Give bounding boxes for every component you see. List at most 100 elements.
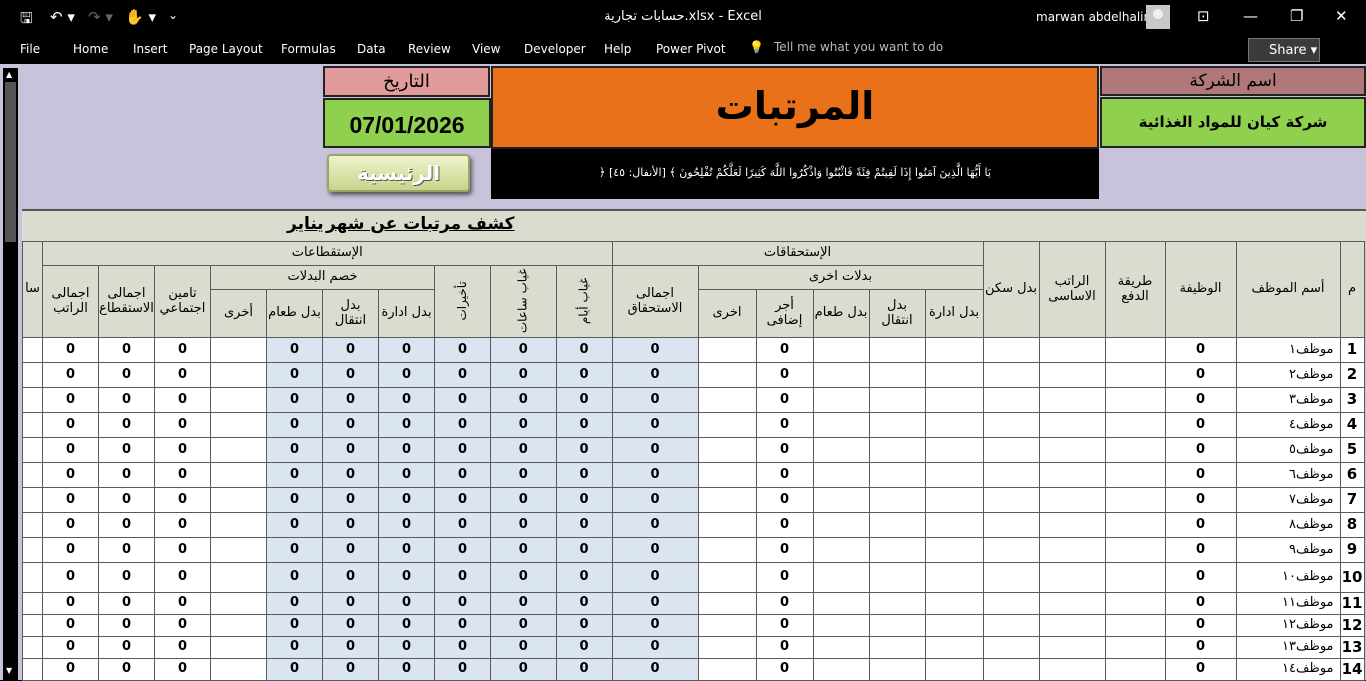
housing-cell[interactable] [982, 512, 1040, 538]
payment-cell[interactable] [1104, 337, 1166, 363]
employee-name[interactable]: موظف١٣ [1235, 636, 1341, 659]
absence-hours-cell[interactable]: 0 [490, 462, 557, 488]
signature-cell[interactable] [22, 658, 43, 681]
col-header-allowance-deduction[interactable]: خصم البدلات [210, 265, 435, 290]
housing-cell[interactable] [982, 537, 1040, 563]
insurance-cell[interactable]: 0 [154, 337, 211, 363]
other-cell[interactable] [697, 437, 757, 463]
total-deduction-cell[interactable]: 0 [98, 437, 155, 463]
signature-cell[interactable] [22, 412, 43, 438]
employee-name[interactable]: موظف١١ [1235, 592, 1341, 615]
ded-mgmt-cell[interactable]: 0 [378, 362, 435, 388]
mgmt-allowance-cell[interactable] [924, 462, 984, 488]
total-deduction-cell[interactable]: 0 [98, 487, 155, 513]
absence-days-cell[interactable]: 0 [555, 614, 613, 637]
total-entitlement-cell[interactable]: 0 [611, 412, 699, 438]
basic-salary-cell[interactable] [1038, 658, 1106, 681]
ded-mgmt-cell[interactable]: 0 [378, 387, 435, 413]
housing-cell[interactable] [982, 562, 1040, 593]
job-cell[interactable]: 0 [1164, 437, 1237, 463]
absence-days-cell[interactable]: 0 [555, 562, 613, 593]
col-header-insurance[interactable]: تامين اجتماعي [154, 265, 211, 338]
mgmt-allowance-cell[interactable] [924, 487, 984, 513]
total-entitlement-cell[interactable]: 0 [611, 512, 699, 538]
total-entitlement-cell[interactable]: 0 [611, 636, 699, 659]
transport-allowance-cell[interactable] [868, 636, 926, 659]
payment-cell[interactable] [1104, 362, 1166, 388]
overtime-cell[interactable]: 0 [755, 362, 814, 388]
col-header-ded-food[interactable]: بدل طعام [266, 289, 323, 338]
col-header-deductions[interactable]: الإستقطاعات [42, 241, 613, 266]
insurance-cell[interactable]: 0 [154, 487, 211, 513]
total-deduction-cell[interactable]: 0 [98, 362, 155, 388]
late-cell[interactable]: 0 [434, 337, 491, 363]
ded-transport-cell[interactable]: 0 [322, 462, 379, 488]
other-cell[interactable] [697, 636, 757, 659]
row-number[interactable]: 8 [1339, 512, 1365, 538]
basic-salary-cell[interactable] [1038, 614, 1106, 637]
food-allowance-cell[interactable] [812, 387, 870, 413]
absence-days-cell[interactable]: 0 [555, 462, 613, 488]
transport-allowance-cell[interactable] [868, 614, 926, 637]
ded-other-cell[interactable] [210, 487, 267, 513]
col-header-total-entitlement[interactable]: اجمالى الاستحقاق [611, 265, 699, 338]
absence-hours-cell[interactable]: 0 [490, 337, 557, 363]
transport-allowance-cell[interactable] [868, 337, 926, 363]
ded-other-cell[interactable] [210, 462, 267, 488]
late-cell[interactable]: 0 [434, 437, 491, 463]
food-allowance-cell[interactable] [812, 562, 870, 593]
transport-allowance-cell[interactable] [868, 592, 926, 615]
insurance-cell[interactable]: 0 [154, 362, 211, 388]
overtime-cell[interactable]: 0 [755, 614, 814, 637]
ded-mgmt-cell[interactable]: 0 [378, 337, 435, 363]
total-deduction-cell[interactable]: 0 [98, 592, 155, 615]
col-header-total-deduction[interactable]: اجمالى الاستقطاع [98, 265, 155, 338]
late-cell[interactable]: 0 [434, 512, 491, 538]
overtime-cell[interactable]: 0 [755, 592, 814, 615]
job-cell[interactable]: 0 [1164, 362, 1237, 388]
basic-salary-cell[interactable] [1038, 437, 1106, 463]
transport-allowance-cell[interactable] [868, 462, 926, 488]
late-cell[interactable]: 0 [434, 592, 491, 615]
net-salary-cell[interactable]: 0 [42, 562, 99, 593]
row-number[interactable]: 2 [1339, 362, 1365, 388]
row-number[interactable]: 4 [1339, 412, 1365, 438]
food-allowance-cell[interactable] [812, 337, 870, 363]
other-cell[interactable] [697, 412, 757, 438]
ded-food-cell[interactable]: 0 [266, 592, 323, 615]
food-allowance-cell[interactable] [812, 362, 870, 388]
ded-mgmt-cell[interactable]: 0 [378, 462, 435, 488]
late-cell[interactable]: 0 [434, 562, 491, 593]
net-salary-cell[interactable]: 0 [42, 362, 99, 388]
food-allowance-cell[interactable] [812, 512, 870, 538]
transport-allowance-cell[interactable] [868, 487, 926, 513]
signature-cell[interactable] [22, 614, 43, 637]
ded-mgmt-cell[interactable]: 0 [378, 512, 435, 538]
insurance-cell[interactable]: 0 [154, 462, 211, 488]
scroll-up-icon[interactable]: ▲ [6, 70, 12, 79]
total-entitlement-cell[interactable]: 0 [611, 437, 699, 463]
signature-cell[interactable] [22, 462, 43, 488]
insurance-cell[interactable]: 0 [154, 412, 211, 438]
absence-hours-cell[interactable]: 0 [490, 537, 557, 563]
ded-food-cell[interactable]: 0 [266, 362, 323, 388]
job-cell[interactable]: 0 [1164, 387, 1237, 413]
mgmt-allowance-cell[interactable] [924, 614, 984, 637]
late-cell[interactable]: 0 [434, 658, 491, 681]
signature-cell[interactable] [22, 592, 43, 615]
ded-food-cell[interactable]: 0 [266, 387, 323, 413]
transport-allowance-cell[interactable] [868, 362, 926, 388]
absence-hours-cell[interactable]: 0 [490, 636, 557, 659]
mgmt-allowance-cell[interactable] [924, 512, 984, 538]
ded-transport-cell[interactable]: 0 [322, 658, 379, 681]
col-header-housing[interactable]: بدل سكن [982, 241, 1040, 338]
ded-mgmt-cell[interactable]: 0 [378, 658, 435, 681]
scroll-down-icon[interactable]: ▼ [6, 666, 12, 675]
employee-name[interactable]: موظف١٤ [1235, 658, 1341, 681]
absence-hours-cell[interactable]: 0 [490, 512, 557, 538]
employee-name[interactable]: موظف٢ [1235, 362, 1341, 388]
job-cell[interactable]: 0 [1164, 537, 1237, 563]
ded-transport-cell[interactable]: 0 [322, 592, 379, 615]
employee-name[interactable]: موظف١٠ [1235, 562, 1341, 593]
mgmt-allowance-cell[interactable] [924, 362, 984, 388]
